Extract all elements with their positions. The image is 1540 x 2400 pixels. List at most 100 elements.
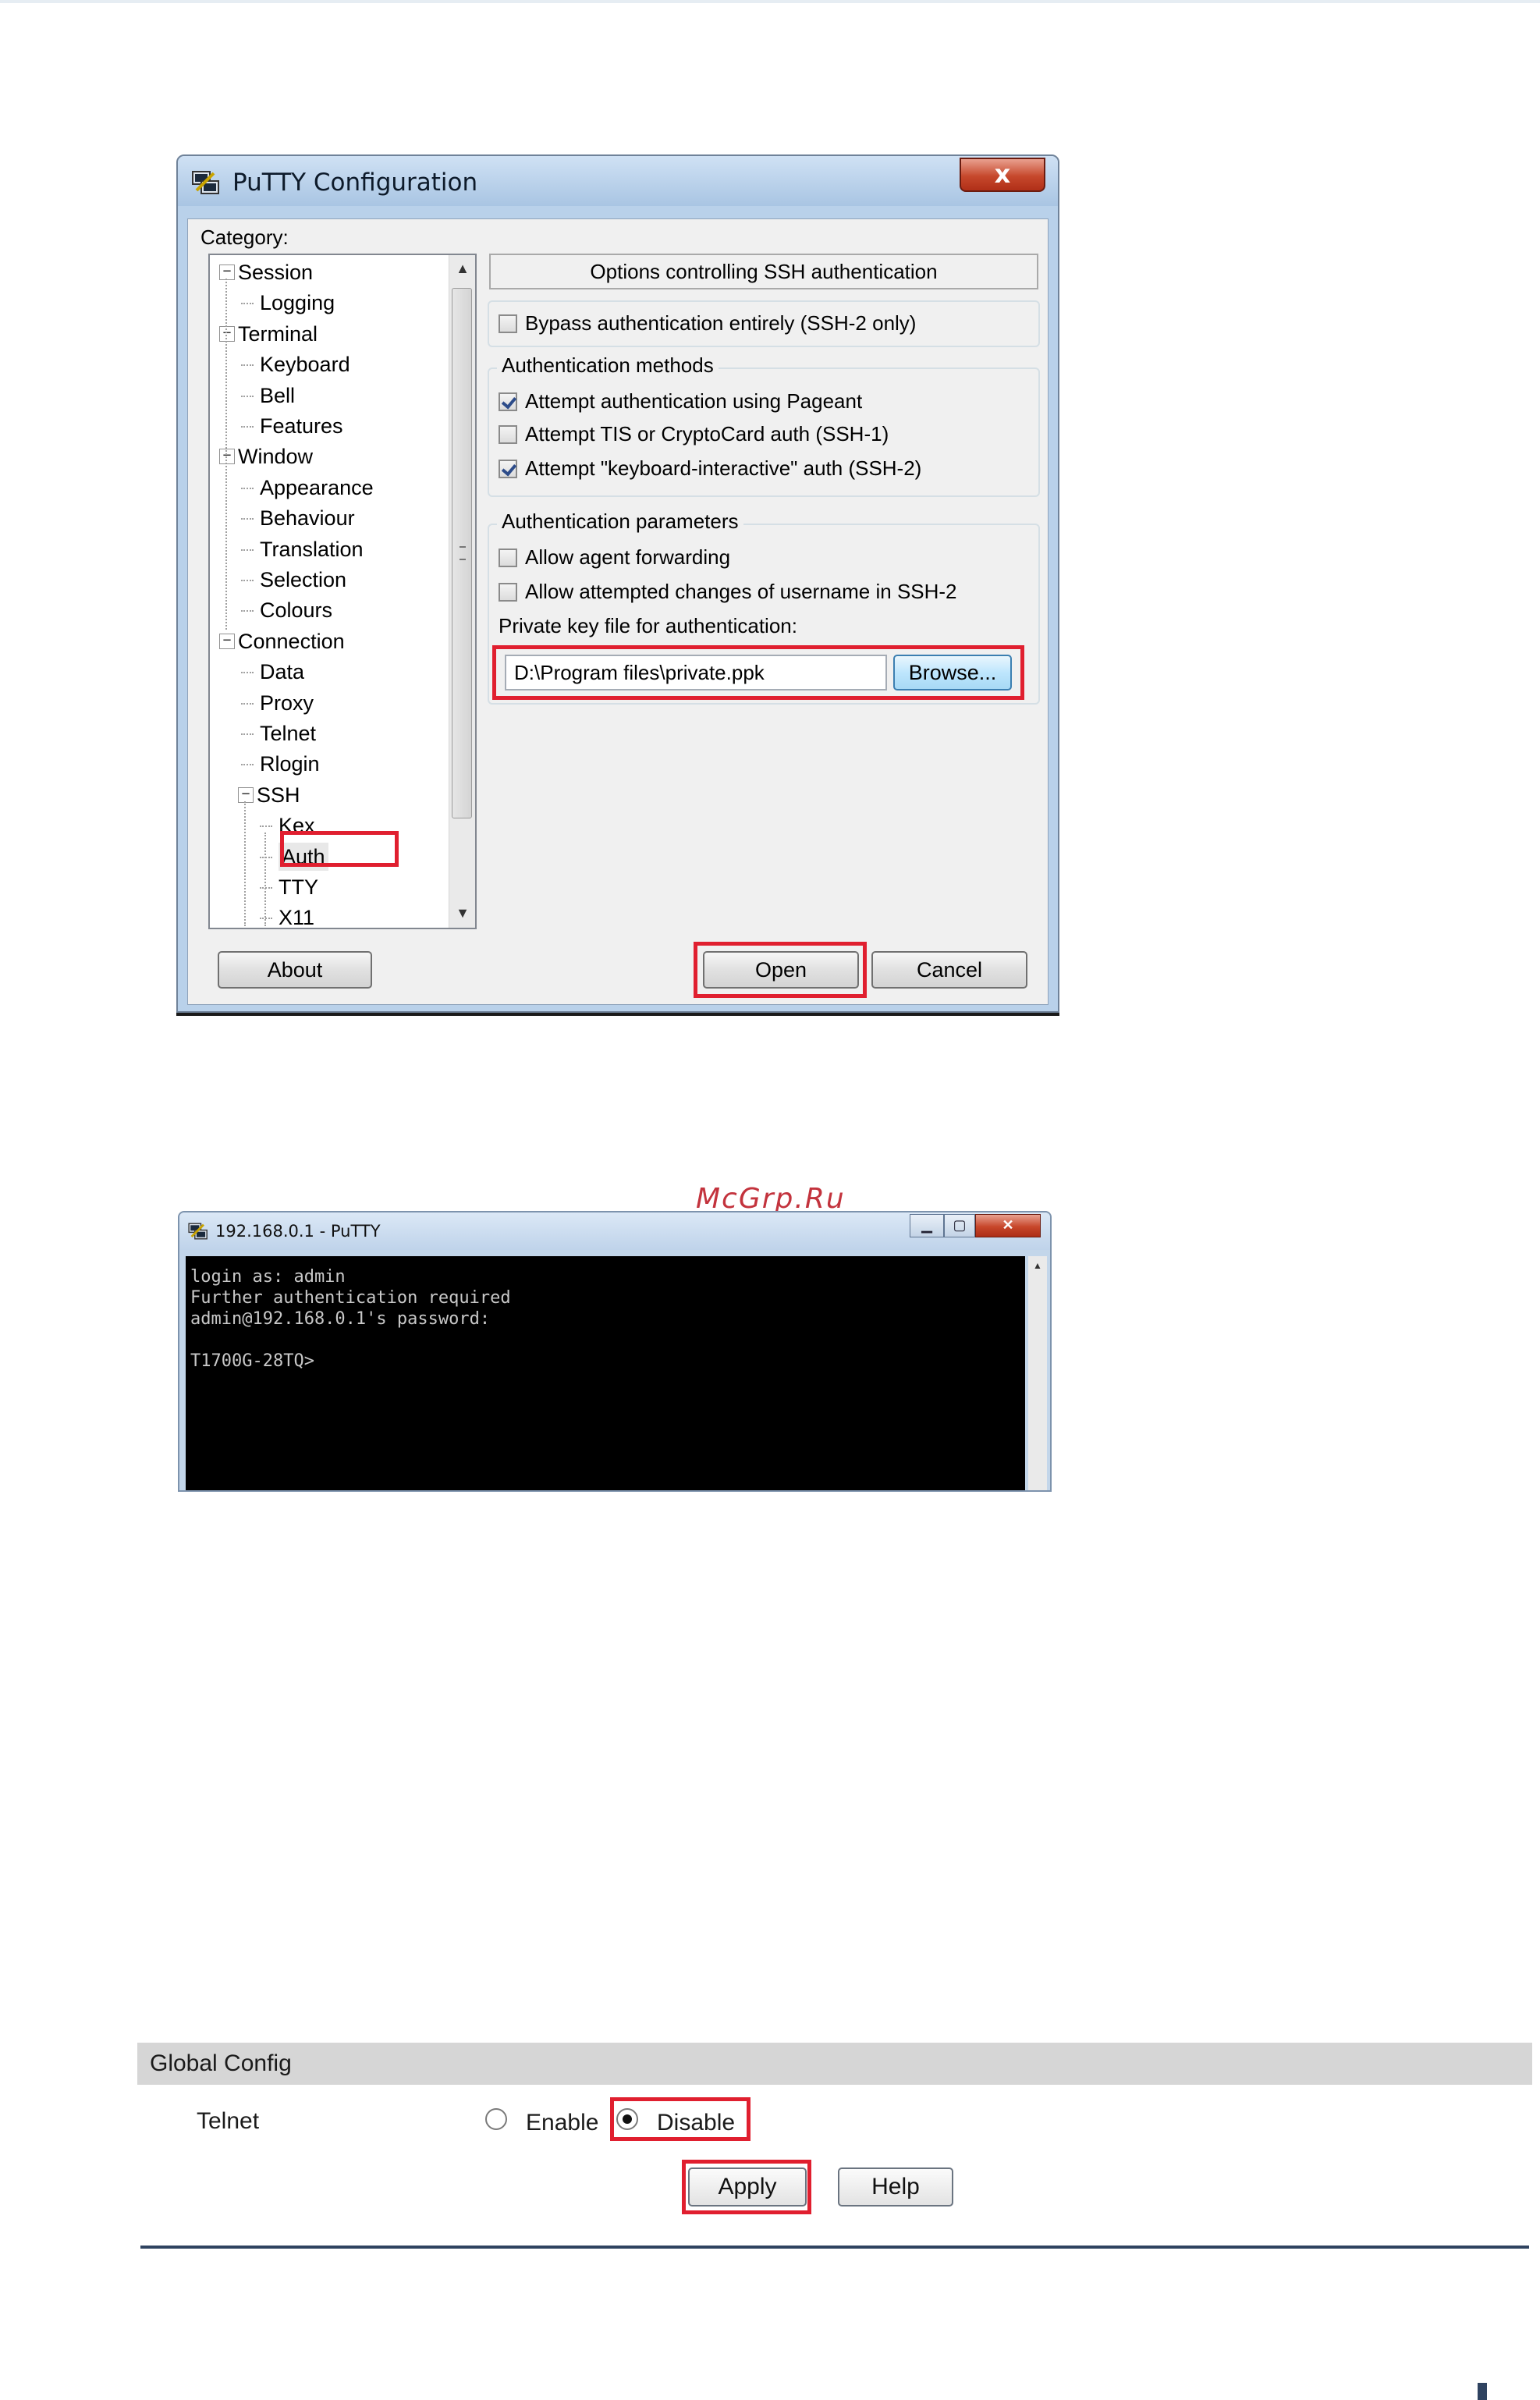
- tree-connector: [264, 833, 266, 926]
- tis-checkbox-row[interactable]: Attempt TIS or CryptoCard auth (SSH-1): [499, 421, 889, 447]
- terminal-title-bar[interactable]: 192.168.0.1 - PuTTY ▁ ▢ ✕: [179, 1212, 1050, 1250]
- window-title: PuTTY Configuration: [232, 169, 478, 197]
- tree-expander-icon[interactable]: −: [219, 633, 235, 649]
- tree-connector: [241, 702, 254, 705]
- maximize-icon[interactable]: ▢: [944, 1214, 975, 1237]
- tis-label: Attempt TIS or CryptoCard auth (SSH-1): [525, 422, 889, 446]
- category-tree-items: − Session Logging − Terminal Keyboard Bell Feat…: [210, 255, 449, 928]
- putty-icon: [188, 1223, 208, 1240]
- key-file-highlight-box: [492, 645, 1024, 700]
- tree-item-logging[interactable]: Logging: [260, 289, 335, 317]
- tree-item-x11[interactable]: X11: [279, 904, 314, 928]
- scroll-up-icon[interactable]: ▲: [1028, 1256, 1047, 1275]
- tree-item-session[interactable]: Session: [238, 258, 313, 286]
- tree-connector: [244, 801, 246, 926]
- username-change-checkbox[interactable]: [499, 583, 517, 602]
- putty-icon: [192, 171, 219, 194]
- about-button[interactable]: About: [218, 951, 372, 989]
- global-config-header: Global Config: [137, 2043, 1532, 2085]
- pageant-checkbox-row[interactable]: Attempt authentication using Pageant: [499, 388, 862, 414]
- tree-item-proxy[interactable]: Proxy: [260, 689, 314, 717]
- telnet-label: Telnet: [197, 2108, 260, 2134]
- tree-item-rlogin[interactable]: Rlogin: [260, 750, 320, 778]
- scroll-thumb[interactable]: [452, 288, 472, 818]
- bypass-label: Bypass authentication entirely (SSH-2 on…: [525, 311, 917, 335]
- close-button[interactable]: x: [960, 158, 1045, 192]
- close-icon[interactable]: ✕: [975, 1214, 1041, 1237]
- keyboard-interactive-label: Attempt "keyboard-interactive" auth (SSH…: [525, 456, 922, 480]
- scroll-up-icon[interactable]: ▲: [449, 255, 476, 282]
- auth-methods-title: Authentication methods: [497, 353, 719, 378]
- auth-methods-group: Authentication methods Attempt authentic…: [488, 353, 1040, 497]
- tree-scrollbar[interactable]: ▲ ▼: [449, 255, 475, 928]
- bypass-checkbox-row[interactable]: Bypass authentication entirely (SSH-2 on…: [499, 310, 916, 336]
- putty-config-window: PuTTY Configuration x Category: − Session…: [176, 154, 1059, 1013]
- bypass-checkbox[interactable]: [499, 314, 517, 333]
- auth-params-title: Authentication parameters: [497, 509, 743, 534]
- terminal-line: Further authentication required: [190, 1288, 511, 1308]
- tis-checkbox[interactable]: [499, 425, 517, 444]
- tree-item-data[interactable]: Data: [260, 658, 304, 686]
- terminal-scrollbar[interactable]: ▲: [1028, 1256, 1047, 1490]
- tree-expander-icon[interactable]: −: [219, 325, 235, 342]
- tree-connector: [241, 364, 254, 367]
- tree-connector: [241, 395, 254, 397]
- open-highlight-box: [694, 942, 867, 998]
- tree-item-selection[interactable]: Selection: [260, 566, 346, 594]
- tree-item-keyboard[interactable]: Keyboard: [260, 350, 350, 378]
- agent-forwarding-checkbox[interactable]: [499, 549, 517, 567]
- tree-connector: [241, 426, 254, 428]
- scroll-down-icon[interactable]: ▼: [449, 900, 476, 926]
- terminal-line: admin@192.168.0.1's password:: [190, 1309, 491, 1329]
- pageant-checkbox[interactable]: [499, 392, 517, 411]
- tree-connector: [241, 764, 254, 766]
- category-tree[interactable]: − Session Logging − Terminal Keyboard Bell Feat…: [208, 254, 477, 929]
- terminal-line: T1700G-28TQ>: [190, 1351, 314, 1371]
- tree-connector: [241, 303, 254, 305]
- tree-item-terminal[interactable]: Terminal: [238, 320, 318, 348]
- username-change-checkbox-row[interactable]: Allow attempted changes of username in S…: [499, 578, 957, 605]
- tree-connector: [260, 825, 272, 828]
- agent-forwarding-checkbox-row[interactable]: Allow agent forwarding: [499, 544, 730, 570]
- tree-connector: [241, 487, 254, 489]
- scroll-grip-icon: [460, 546, 466, 560]
- tree-item-features[interactable]: Features: [260, 412, 343, 440]
- tree-item-telnet[interactable]: Telnet: [260, 719, 316, 747]
- tree-item-bell[interactable]: Bell: [260, 382, 295, 410]
- enable-radio[interactable]: [485, 2108, 507, 2130]
- tree-item-behaviour[interactable]: Behaviour: [260, 504, 355, 532]
- page-corner-mark: [1478, 2383, 1487, 2400]
- keyboard-interactive-checkbox-row[interactable]: Attempt "keyboard-interactive" auth (SSH…: [499, 455, 921, 481]
- tree-item-connection[interactable]: Connection: [238, 627, 345, 655]
- tree-expander-icon[interactable]: −: [238, 786, 254, 803]
- tree-item-window[interactable]: Window: [238, 442, 313, 470]
- tree-expander-icon[interactable]: −: [219, 449, 235, 465]
- category-label: Category:: [200, 225, 289, 249]
- tree-item-translation[interactable]: Translation: [260, 535, 364, 563]
- bottom-rule: [140, 2246, 1529, 2249]
- keyboard-interactive-checkbox[interactable]: [499, 460, 517, 478]
- tree-item-appearance[interactable]: Appearance: [260, 474, 374, 502]
- pageant-label: Attempt authentication using Pageant: [525, 389, 863, 413]
- tree-connector: [241, 580, 254, 581]
- tree-expander-icon[interactable]: −: [219, 264, 235, 280]
- panel-title: Options controlling SSH authentication: [489, 254, 1038, 289]
- tree-item-ssh[interactable]: SSH: [257, 781, 300, 809]
- cancel-button[interactable]: Cancel: [871, 951, 1027, 989]
- tree-connector: [241, 672, 254, 674]
- enable-label[interactable]: Enable: [526, 2110, 598, 2136]
- tree-item-colours[interactable]: Colours: [260, 596, 332, 624]
- username-change-label: Allow attempted changes of username in S…: [525, 580, 957, 603]
- minimize-icon[interactable]: ▁: [910, 1214, 944, 1237]
- title-bar[interactable]: PuTTY Configuration x: [178, 156, 1058, 206]
- tree-item-tty[interactable]: TTY: [279, 873, 318, 901]
- tree-connector: [260, 918, 272, 920]
- tree-connector: [241, 733, 254, 735]
- watermark: McGrp.Ru: [696, 1183, 846, 1215]
- agent-forwarding-label: Allow agent forwarding: [525, 545, 731, 569]
- tree-connector: [225, 279, 227, 630]
- terminal-screen[interactable]: login as: admin Further authentication re…: [186, 1256, 1025, 1490]
- terminal-title: 192.168.0.1 - PuTTY: [215, 1222, 381, 1241]
- putty-terminal-window: 192.168.0.1 - PuTTY ▁ ▢ ✕ login as: admi…: [178, 1211, 1052, 1492]
- help-button[interactable]: Help: [838, 2167, 953, 2207]
